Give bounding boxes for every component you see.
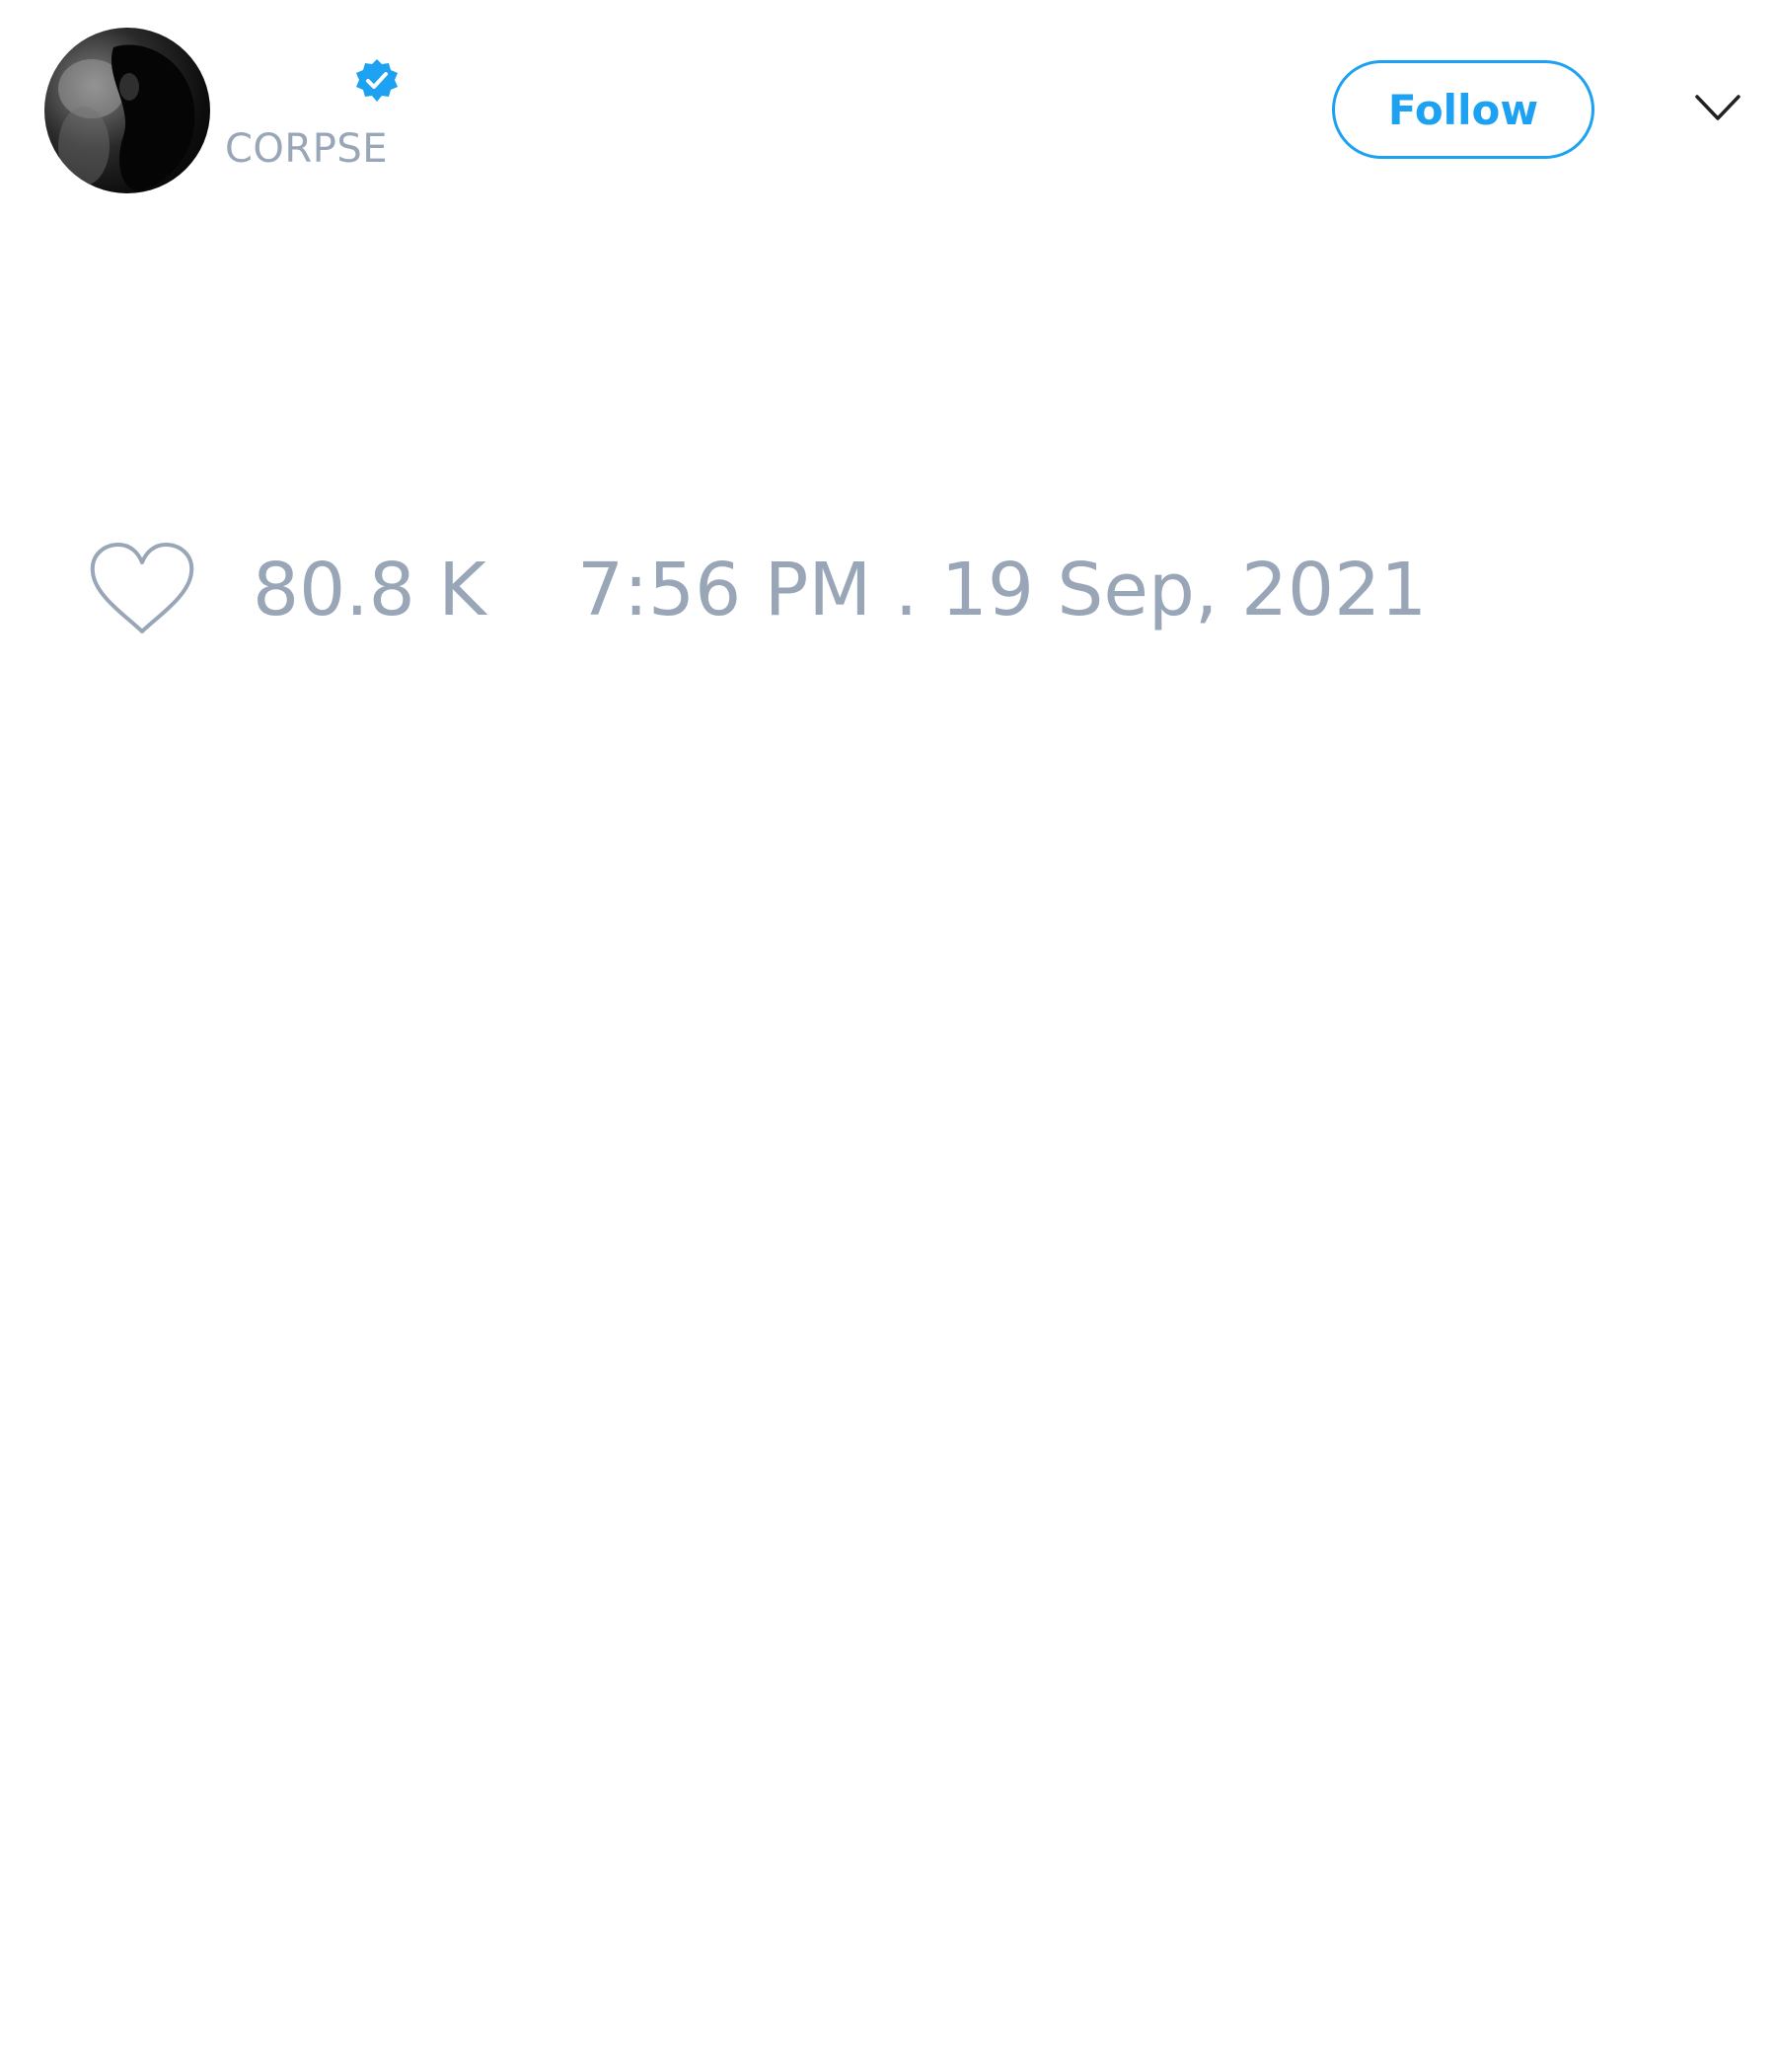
avatar[interactable] — [44, 28, 210, 193]
heart-icon[interactable] — [89, 541, 195, 639]
author-handle[interactable]: CORPSE — [225, 126, 388, 172]
like-count: 80.8 K — [253, 548, 486, 632]
tweet-timestamp[interactable]: 7:56 PM . 19 Sep, 2021 — [577, 548, 1427, 632]
verified-badge-icon — [356, 59, 398, 102]
chevron-down-icon[interactable] — [1693, 91, 1742, 126]
avatar-image — [58, 44, 195, 191]
follow-button[interactable]: Follow — [1332, 60, 1594, 159]
